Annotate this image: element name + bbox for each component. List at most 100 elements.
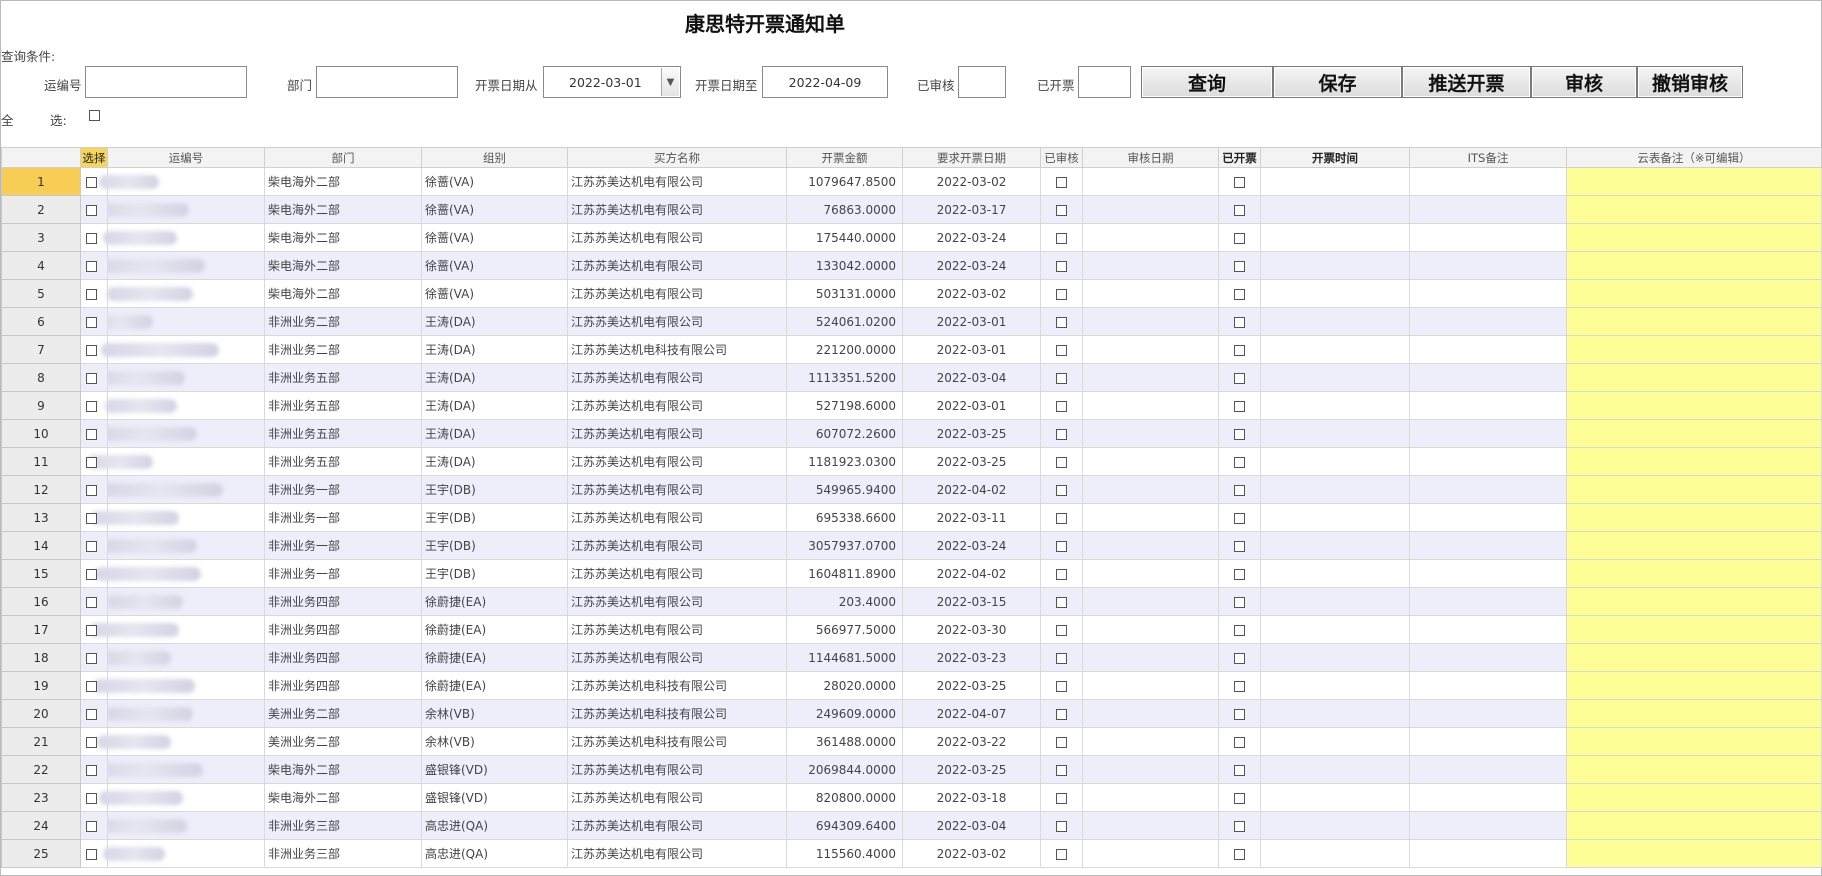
col-header-audit-date[interactable]: 审核日期 [1082, 147, 1219, 168]
table-row[interactable]: 22 柴电海外二部 盛银锋(VD) 江苏苏美达机电有限公司 2069844.0000 20… [1, 755, 1822, 784]
cancel-audit-button[interactable]: 撤销审核 [1637, 66, 1743, 98]
invoiced-checkbox[interactable] [1234, 568, 1245, 580]
audited-checkbox[interactable] [1056, 540, 1067, 552]
table-row[interactable]: 18 非洲业务四部 徐蔚捷(EA) 江苏苏美达机电有限公司 1144681.5000 20… [1, 643, 1822, 672]
audited-checkbox[interactable] [1056, 596, 1067, 608]
audited-checkbox[interactable] [1056, 652, 1067, 664]
row-select-checkbox[interactable] [86, 680, 97, 692]
row-number[interactable]: 15 [1, 559, 81, 588]
cloud-note-cell[interactable] [1566, 755, 1822, 784]
cloud-note-cell[interactable] [1566, 335, 1822, 364]
select-cell[interactable] [80, 503, 108, 532]
cloud-note-cell[interactable] [1566, 251, 1822, 280]
select-cell[interactable] [80, 251, 108, 280]
row-select-checkbox[interactable] [86, 428, 97, 440]
cloud-note-cell[interactable] [1566, 223, 1822, 252]
cloud-note-cell[interactable] [1566, 531, 1822, 560]
table-row[interactable]: 1 柴电海外二部 徐蔷(VA) 江苏苏美达机电有限公司 1079647.8500 2022… [1, 167, 1822, 196]
cloud-note-cell[interactable] [1566, 699, 1822, 728]
invoiced-checkbox[interactable] [1234, 260, 1245, 272]
select-cell[interactable] [80, 447, 108, 476]
table-row[interactable]: 14 非洲业务一部 王宇(DB) 江苏苏美达机电有限公司 3057937.0700 202… [1, 531, 1822, 560]
row-select-checkbox[interactable] [86, 316, 97, 328]
cloud-note-cell[interactable] [1566, 587, 1822, 616]
push-invoice-button[interactable]: 推送开票 [1402, 66, 1531, 98]
col-header-audited[interactable]: 已审核 [1040, 147, 1083, 168]
table-row[interactable]: 13 非洲业务一部 王宇(DB) 江苏苏美达机电有限公司 695338.6600 2022… [1, 503, 1822, 532]
invoiced-checkbox[interactable] [1234, 624, 1245, 636]
select-cell[interactable] [80, 363, 108, 392]
select-cell[interactable] [80, 335, 108, 364]
select-cell[interactable] [80, 727, 108, 756]
select-cell[interactable] [80, 587, 108, 616]
audited-checkbox[interactable] [1056, 232, 1067, 244]
cloud-note-cell[interactable] [1566, 727, 1822, 756]
row-select-checkbox[interactable] [86, 232, 97, 244]
table-row[interactable]: 25 非洲业务三部 高忠进(QA) 江苏苏美达机电有限公司 115560.4000 202… [1, 839, 1822, 868]
audit-button[interactable]: 审核 [1531, 66, 1637, 98]
row-number[interactable]: 12 [1, 475, 81, 504]
row-select-checkbox[interactable] [86, 288, 97, 300]
row-select-checkbox[interactable] [86, 176, 97, 188]
select-cell[interactable] [80, 615, 108, 644]
select-cell[interactable] [80, 783, 108, 812]
cloud-note-cell[interactable] [1566, 167, 1822, 196]
invoiced-checkbox[interactable] [1234, 456, 1245, 468]
select-cell[interactable] [80, 195, 108, 224]
row-select-checkbox[interactable] [86, 400, 97, 412]
table-row[interactable]: 10 非洲业务五部 王涛(DA) 江苏苏美达机电有限公司 607072.2600 2022… [1, 419, 1822, 448]
row-number[interactable]: 11 [1, 447, 81, 476]
invoiced-checkbox[interactable] [1234, 512, 1245, 524]
audited-checkbox[interactable] [1056, 624, 1067, 636]
cloud-note-cell[interactable] [1566, 307, 1822, 336]
invoiced-checkbox[interactable] [1234, 232, 1245, 244]
table-row[interactable]: 2 柴电海外二部 徐蔷(VA) 江苏苏美达机电有限公司 76863.0000 2022-0… [1, 195, 1822, 224]
row-select-checkbox[interactable] [86, 596, 97, 608]
audited-checkbox[interactable] [1056, 456, 1067, 468]
row-number[interactable]: 4 [1, 251, 81, 280]
cloud-note-cell[interactable] [1566, 419, 1822, 448]
audited-checkbox[interactable] [1056, 792, 1067, 804]
audited-checkbox[interactable] [1056, 736, 1067, 748]
audited-checkbox[interactable] [1056, 848, 1067, 860]
shipment-no-input[interactable] [85, 66, 247, 98]
cloud-note-cell[interactable] [1566, 615, 1822, 644]
row-select-checkbox[interactable] [86, 764, 97, 776]
invoiced-checkbox[interactable] [1234, 484, 1245, 496]
table-row[interactable]: 9 非洲业务五部 王涛(DA) 江苏苏美达机电有限公司 527198.6000 2022-… [1, 391, 1822, 420]
audited-checkbox[interactable] [1056, 400, 1067, 412]
cloud-note-cell[interactable] [1566, 363, 1822, 392]
audited-checkbox[interactable] [1056, 680, 1067, 692]
audited-checkbox[interactable] [1056, 820, 1067, 832]
audited-checkbox[interactable] [1056, 568, 1067, 580]
table-row[interactable]: 12 非洲业务一部 王宇(DB) 江苏苏美达机电有限公司 549965.9400 2022… [1, 475, 1822, 504]
col-header-group[interactable]: 组别 [421, 147, 568, 168]
col-header-amount[interactable]: 开票金额 [786, 147, 903, 168]
col-header-invoiced[interactable]: 已开票 [1218, 147, 1261, 168]
select-cell[interactable] [80, 839, 108, 868]
invoiced-checkbox[interactable] [1234, 204, 1245, 216]
invoiced-checkbox[interactable] [1234, 288, 1245, 300]
row-select-checkbox[interactable] [86, 512, 97, 524]
audited-checkbox[interactable] [1056, 344, 1067, 356]
table-row[interactable]: 21 美洲业务二部 余林(VB) 江苏苏美达机电科技有限公司 361488.0000 20… [1, 727, 1822, 756]
row-number[interactable]: 8 [1, 363, 81, 392]
invoiced-checkbox[interactable] [1234, 792, 1245, 804]
audited-checkbox[interactable] [1056, 176, 1067, 188]
row-number[interactable]: 22 [1, 755, 81, 784]
table-row[interactable]: 17 非洲业务四部 徐蔚捷(EA) 江苏苏美达机电有限公司 566977.5000 202… [1, 615, 1822, 644]
invoiced-input[interactable] [1078, 66, 1131, 98]
row-select-checkbox[interactable] [86, 792, 97, 804]
select-all-checkbox[interactable] [89, 110, 100, 121]
cloud-note-cell[interactable] [1566, 391, 1822, 420]
row-number[interactable]: 6 [1, 307, 81, 336]
cloud-note-cell[interactable] [1566, 839, 1822, 868]
save-button[interactable]: 保存 [1273, 66, 1402, 98]
cloud-note-cell[interactable] [1566, 475, 1822, 504]
col-header-buyer[interactable]: 买方名称 [567, 147, 787, 168]
table-row[interactable]: 24 非洲业务三部 高忠进(QA) 江苏苏美达机电有限公司 694309.6400 202… [1, 811, 1822, 840]
cloud-note-cell[interactable] [1566, 503, 1822, 532]
row-select-checkbox[interactable] [86, 736, 97, 748]
row-select-checkbox[interactable] [86, 848, 97, 860]
cloud-note-cell[interactable] [1566, 447, 1822, 476]
